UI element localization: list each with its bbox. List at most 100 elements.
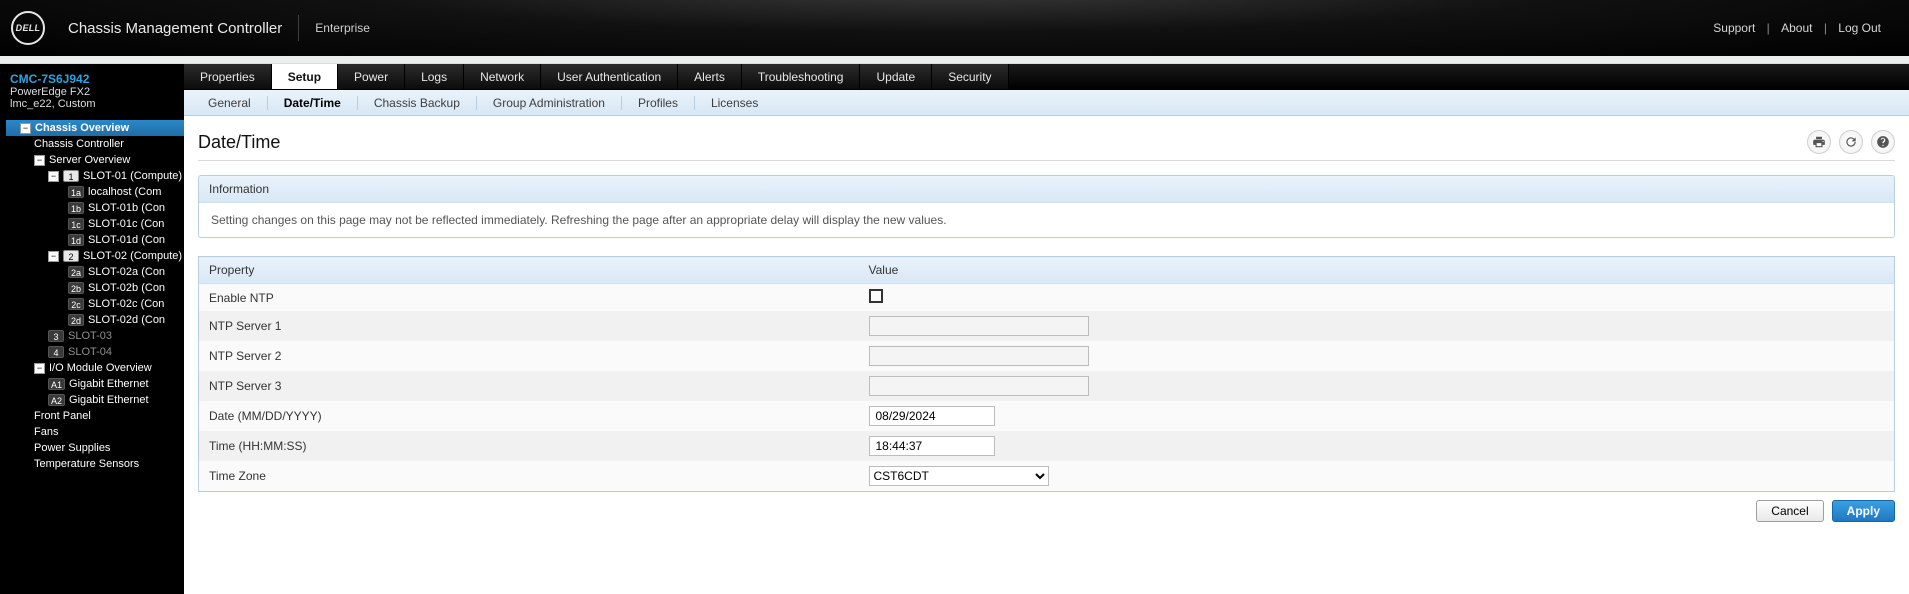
row-time: Time (HH:MM:SS) — [199, 431, 1895, 461]
tree-temp-sensors[interactable]: Temperature Sensors — [6, 456, 184, 472]
subtab-chassis-backup[interactable]: Chassis Backup — [362, 96, 472, 110]
tree-chassis-overview[interactable]: − Chassis Overview — [6, 120, 184, 136]
tab-network[interactable]: Network — [464, 64, 541, 89]
tree-slot-01b[interactable]: 1bSLOT-01b (Con — [6, 200, 184, 216]
subtab-general[interactable]: General — [196, 96, 263, 110]
properties-table: Property Value Enable NTP NTP Server 1 N… — [198, 256, 1895, 492]
tree-fans[interactable]: Fans — [6, 424, 184, 440]
tree-slot-01d[interactable]: 1dSLOT-01d (Con — [6, 232, 184, 248]
ntp-server-3-input[interactable] — [869, 376, 1089, 396]
tree-io-overview[interactable]: − I/O Module Overview — [6, 360, 184, 376]
tree-slot-02d[interactable]: 2dSLOT-02d (Con — [6, 312, 184, 328]
cancel-button[interactable]: Cancel — [1756, 500, 1823, 522]
row-ntp1: NTP Server 1 — [199, 311, 1895, 341]
subtab-label: Date/Time — [284, 96, 341, 110]
subtab-profiles[interactable]: Profiles — [626, 96, 690, 110]
nav-tree: − Chassis Overview Chassis Controller − … — [0, 116, 184, 480]
support-link[interactable]: Support — [1705, 21, 1763, 35]
timezone-select[interactable]: CST6CDT — [869, 466, 1049, 486]
tree-slot-02a[interactable]: 2aSLOT-02a (Con — [6, 264, 184, 280]
subtab-label: Group Administration — [493, 96, 605, 110]
info-panel-header: Information — [199, 176, 1894, 203]
tree-slot-02b[interactable]: 2bSLOT-02b (Con — [6, 280, 184, 296]
tab-user-auth[interactable]: User Authentication — [541, 64, 678, 89]
tree-slot-01c[interactable]: 1cSLOT-01c (Con — [6, 216, 184, 232]
tree-slot-01[interactable]: − 1 SLOT-01 (Compute) — [6, 168, 184, 184]
prop-label: NTP Server 3 — [199, 371, 859, 401]
time-input[interactable] — [869, 436, 995, 456]
tabs-secondary: General Date/Time Chassis Backup Group A… — [184, 90, 1909, 116]
subtab-licenses[interactable]: Licenses — [699, 96, 770, 110]
subtab-separator — [267, 96, 268, 110]
about-link[interactable]: About — [1773, 21, 1820, 35]
tree-io-a1[interactable]: A1Gigabit Ethernet — [6, 376, 184, 392]
tab-power[interactable]: Power — [338, 64, 405, 89]
tree-label: SLOT-03 — [68, 328, 112, 344]
tab-label: Troubleshooting — [758, 70, 844, 84]
tree-label: SLOT-01c (Con — [88, 216, 164, 232]
dell-logo: DELL — [11, 11, 45, 45]
tab-label: Power — [354, 70, 388, 84]
logout-link[interactable]: Log Out — [1830, 21, 1889, 35]
ntp-server-2-input[interactable] — [869, 346, 1089, 366]
tree-label: Server Overview — [49, 152, 130, 168]
top-right-links: Support | About | Log Out — [1705, 21, 1909, 35]
tree-slot-02[interactable]: − 2 SLOT-02 (Compute) — [6, 248, 184, 264]
ntp-server-1-input[interactable] — [869, 316, 1089, 336]
tree-slot-04[interactable]: 4SLOT-04 — [6, 344, 184, 360]
tree-label: SLOT-02c (Con — [88, 296, 164, 312]
header-strip — [0, 56, 1909, 64]
tree-io-a2[interactable]: A2Gigabit Ethernet — [6, 392, 184, 408]
tree-label: SLOT-01b (Con — [88, 200, 165, 216]
slot-badge: 1 — [63, 170, 79, 182]
tree-server-overview[interactable]: − Server Overview — [6, 152, 184, 168]
service-tag[interactable]: CMC-7S6J942 — [10, 72, 174, 86]
tree-toggle[interactable]: − — [34, 155, 45, 166]
tree-label: Gigabit Ethernet — [69, 376, 149, 392]
help-button[interactable] — [1871, 130, 1895, 154]
subtab-separator — [694, 96, 695, 110]
tree-front-panel[interactable]: Front Panel — [6, 408, 184, 424]
tab-update[interactable]: Update — [860, 64, 932, 89]
row-ntp3: NTP Server 3 — [199, 371, 1895, 401]
prop-label: Time Zone — [199, 461, 859, 492]
divider — [298, 15, 299, 41]
tree-chassis-controller[interactable]: Chassis Controller — [6, 136, 184, 152]
slot-badge: 2 — [63, 250, 79, 262]
tab-label: Security — [948, 70, 991, 84]
page-actions — [1807, 130, 1895, 154]
tree-slot-02c[interactable]: 2cSLOT-02c (Con — [6, 296, 184, 312]
enable-ntp-checkbox[interactable] — [869, 289, 883, 303]
subtab-group-admin[interactable]: Group Administration — [481, 96, 617, 110]
slot-badge: 1a — [68, 186, 84, 198]
tab-setup[interactable]: Setup — [272, 64, 338, 89]
page: Date/Time Information Setting changes o — [184, 116, 1909, 530]
tree-toggle[interactable]: − — [34, 363, 45, 374]
tree-label: Temperature Sensors — [34, 456, 139, 472]
date-input[interactable] — [869, 406, 995, 426]
top-bar: DELL Chassis Management Controller Enter… — [0, 0, 1909, 56]
row-ntp2: NTP Server 2 — [199, 341, 1895, 371]
tab-security[interactable]: Security — [932, 64, 1008, 89]
tab-logs[interactable]: Logs — [405, 64, 464, 89]
tab-alerts[interactable]: Alerts — [678, 64, 742, 89]
tab-troubleshooting[interactable]: Troubleshooting — [742, 64, 861, 89]
print-button[interactable] — [1807, 130, 1831, 154]
subtab-separator — [621, 96, 622, 110]
slot-badge: 2d — [68, 314, 84, 326]
system-subname: lmc_e22, Custom — [10, 98, 174, 110]
subtab-datetime[interactable]: Date/Time — [272, 96, 353, 110]
prop-label: Enable NTP — [199, 284, 859, 312]
tab-properties[interactable]: Properties — [184, 64, 272, 89]
refresh-button[interactable] — [1839, 130, 1863, 154]
link-separator: | — [1767, 21, 1770, 35]
col-value: Value — [859, 257, 1895, 284]
apply-button[interactable]: Apply — [1832, 500, 1895, 522]
tree-slot-03[interactable]: 3SLOT-03 — [6, 328, 184, 344]
brand-logo-text: DELL — [16, 23, 41, 33]
tree-slot-01a[interactable]: 1alocalhost (Com — [6, 184, 184, 200]
tree-power-supplies[interactable]: Power Supplies — [6, 440, 184, 456]
tree-toggle[interactable]: − — [48, 251, 59, 262]
tree-toggle[interactable]: − — [48, 171, 59, 182]
tree-toggle[interactable]: − — [20, 123, 31, 134]
